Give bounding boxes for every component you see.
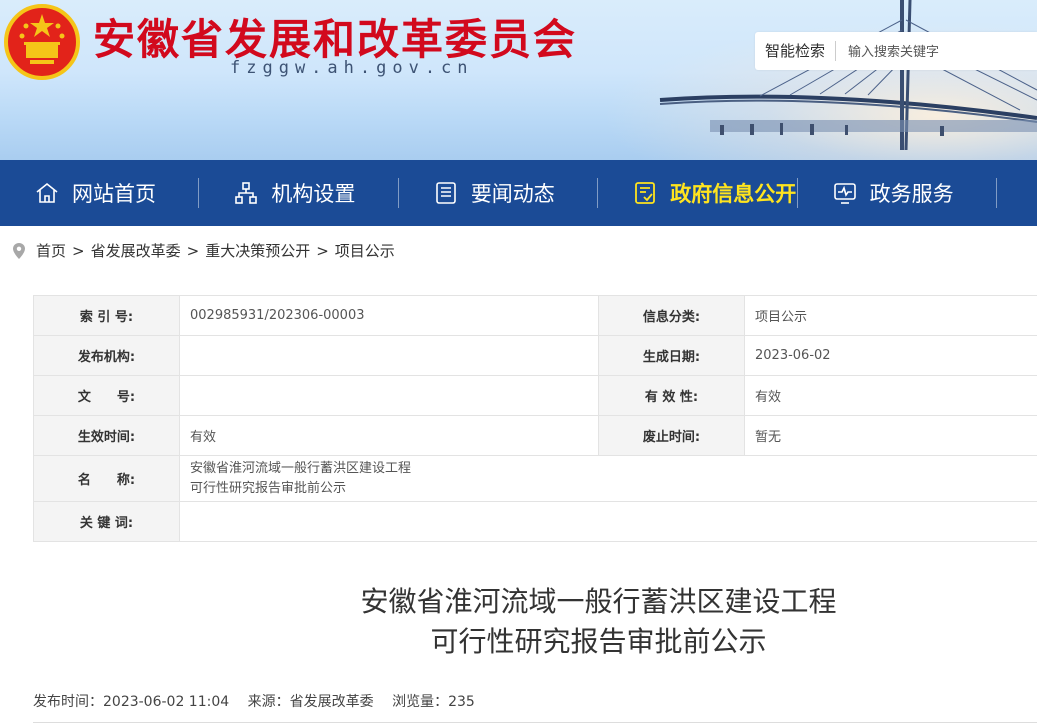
location-pin-icon (13, 242, 25, 259)
national-emblem-icon (4, 4, 80, 80)
table-row: 名 称: 安徽省淮河流域一般行蓄洪区建设工程 可行性研究报告审批前公示 (33, 455, 1037, 502)
table-row: 文 号: 有 效 性: 有效 (33, 375, 1037, 416)
article-source: 来源：省发展改革委 (247, 694, 374, 710)
effective-label: 生效时间: (33, 415, 180, 456)
divider (33, 722, 1037, 723)
nav-item-services[interactable]: 政务服务 (798, 160, 998, 226)
index-label: 索 引 号: (33, 295, 180, 336)
validity-value: 有效 (744, 375, 1037, 416)
table-row: 生效时间: 有效 废止时间: 暂无 (33, 415, 1037, 456)
validity-label: 有 效 性: (598, 375, 745, 416)
docno-value (179, 375, 599, 416)
article-title-line-1: 安徽省淮河流域一般行蓄洪区建设工程 (360, 585, 837, 618)
bridge-illustration (659, 0, 1037, 151)
table-row: 索 引 号: 002985931/202306-00003 信息分类: 项目公示 (33, 295, 1037, 336)
publisher-value (179, 335, 599, 376)
breadcrumb-separator: > (72, 241, 85, 260)
name-line-2: 可行性研究报告审批前公示 (190, 480, 347, 496)
nav-item-org[interactable]: 机构设置 (199, 160, 400, 226)
date-label: 生成日期: (598, 335, 745, 376)
nav-item-gov-info[interactable]: 政府信息公开 (598, 160, 799, 226)
nav-item-label: 网站首页 (72, 182, 156, 206)
news-icon (436, 182, 456, 204)
main-nav: 网站首页 机构设置 要闻动态 政府信息公开 政务服务 (0, 160, 1037, 226)
publisher-label: 发布机构: (33, 335, 180, 376)
index-value: 002985931/202306-00003 (179, 295, 599, 336)
breadcrumb-decision-preview[interactable]: 重大决策预公开 (205, 240, 310, 261)
view-count: 浏览量：235 (392, 694, 475, 710)
article-title: 安徽省淮河流域一般行蓄洪区建设工程 可行性研究报告审批前公示 (0, 582, 1037, 662)
nav-item-more[interactable] (997, 160, 1037, 226)
nav-item-news[interactable]: 要闻动态 (399, 160, 599, 226)
date-value: 2023-06-02 (744, 335, 1037, 376)
table-row: 关 键 词: (33, 501, 1037, 542)
breadcrumb-project-notice[interactable]: 项目公示 (335, 240, 395, 261)
site-domain: fzggw.ah.gov.cn (230, 58, 474, 78)
document-check-icon (635, 182, 656, 204)
nav-item-label: 机构设置 (271, 182, 356, 206)
article-title-line-2: 可行性研究报告审批前公示 (430, 625, 767, 658)
header-banner: 安徽省发展和改革委员会 fzggw.ah.gov.cn 智能检索 (0, 0, 1037, 160)
breadcrumb-home[interactable]: 首页 (36, 240, 66, 261)
document-info-table: 索 引 号: 002985931/202306-00003 信息分类: 项目公示… (33, 295, 1037, 542)
monitor-pulse-icon (833, 183, 856, 204)
article-meta: 发布时间：2023-06-02 11:04 来源：省发展改革委 浏览量：235 (33, 691, 489, 711)
home-icon (36, 182, 58, 203)
breadcrumb: 首页 > 省发展改革委 > 重大决策预公开 > 项目公示 (12, 240, 395, 261)
name-label: 名 称: (33, 455, 180, 502)
category-value: 项目公示 (744, 295, 1037, 336)
name-value: 安徽省淮河流域一般行蓄洪区建设工程 可行性研究报告审批前公示 (179, 455, 1037, 502)
breadcrumb-separator: > (186, 241, 200, 260)
nav-item-label: 政府信息公开 (670, 182, 797, 206)
table-row: 发布机构: 生成日期: 2023-06-02 (33, 335, 1037, 376)
org-chart-icon (235, 182, 258, 204)
breadcrumb-commission[interactable]: 省发展改革委 (91, 240, 181, 261)
search-label[interactable]: 智能检索 (755, 41, 837, 61)
name-line-1: 安徽省淮河流域一般行蓄洪区建设工程 (190, 460, 412, 476)
nav-item-label: 政务服务 (869, 182, 954, 206)
abolish-value: 暂无 (744, 415, 1037, 456)
nav-item-label: 要闻动态 (470, 182, 555, 206)
publish-time: 发布时间：2023-06-02 11:04 (33, 694, 230, 710)
docno-label: 文 号: (33, 375, 180, 416)
abolish-label: 废止时间: (598, 415, 745, 456)
keywords-label: 关 键 词: (33, 501, 180, 542)
category-label: 信息分类: (598, 295, 745, 336)
breadcrumb-separator: > (316, 241, 329, 260)
effective-value: 有效 (179, 415, 599, 456)
nav-item-home[interactable]: 网站首页 (0, 160, 200, 226)
keywords-value (179, 501, 1037, 542)
search-input[interactable] (836, 42, 1021, 60)
search-box: 智能检索 (755, 32, 1037, 70)
